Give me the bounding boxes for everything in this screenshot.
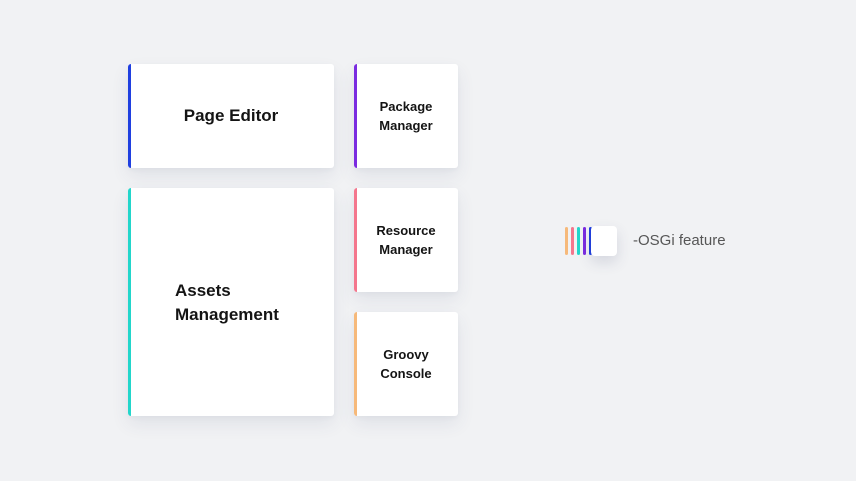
package-manager-accent-stripe — [354, 64, 357, 168]
legend-stripe — [571, 227, 574, 255]
legend-swatch — [563, 226, 619, 256]
package-manager-label: Package Manager — [379, 99, 433, 133]
page-editor-card: Page Editor — [128, 64, 334, 168]
assets-management-label: Assets Management — [175, 281, 279, 324]
legend-card-chip — [591, 226, 617, 256]
resource-manager-card: Resource Manager — [354, 188, 458, 292]
legend-stripe — [565, 227, 568, 255]
assets-management-card: Assets Management — [128, 188, 334, 416]
groovy-console-accent-stripe — [354, 312, 357, 416]
groovy-console-label: Groovy Console — [380, 347, 432, 381]
legend-label: -OSGi feature — [633, 232, 726, 249]
page-editor-accent-stripe — [128, 64, 131, 168]
package-manager-card: Package Manager — [354, 64, 458, 168]
legend-stripe — [577, 227, 580, 255]
resource-manager-label: Resource Manager — [376, 223, 436, 257]
legend-stripe — [583, 227, 586, 255]
assets-management-accent-stripe — [128, 188, 131, 416]
resource-manager-accent-stripe — [354, 188, 357, 292]
groovy-console-card: Groovy Console — [354, 312, 458, 416]
page-editor-label: Page Editor — [183, 106, 279, 125]
